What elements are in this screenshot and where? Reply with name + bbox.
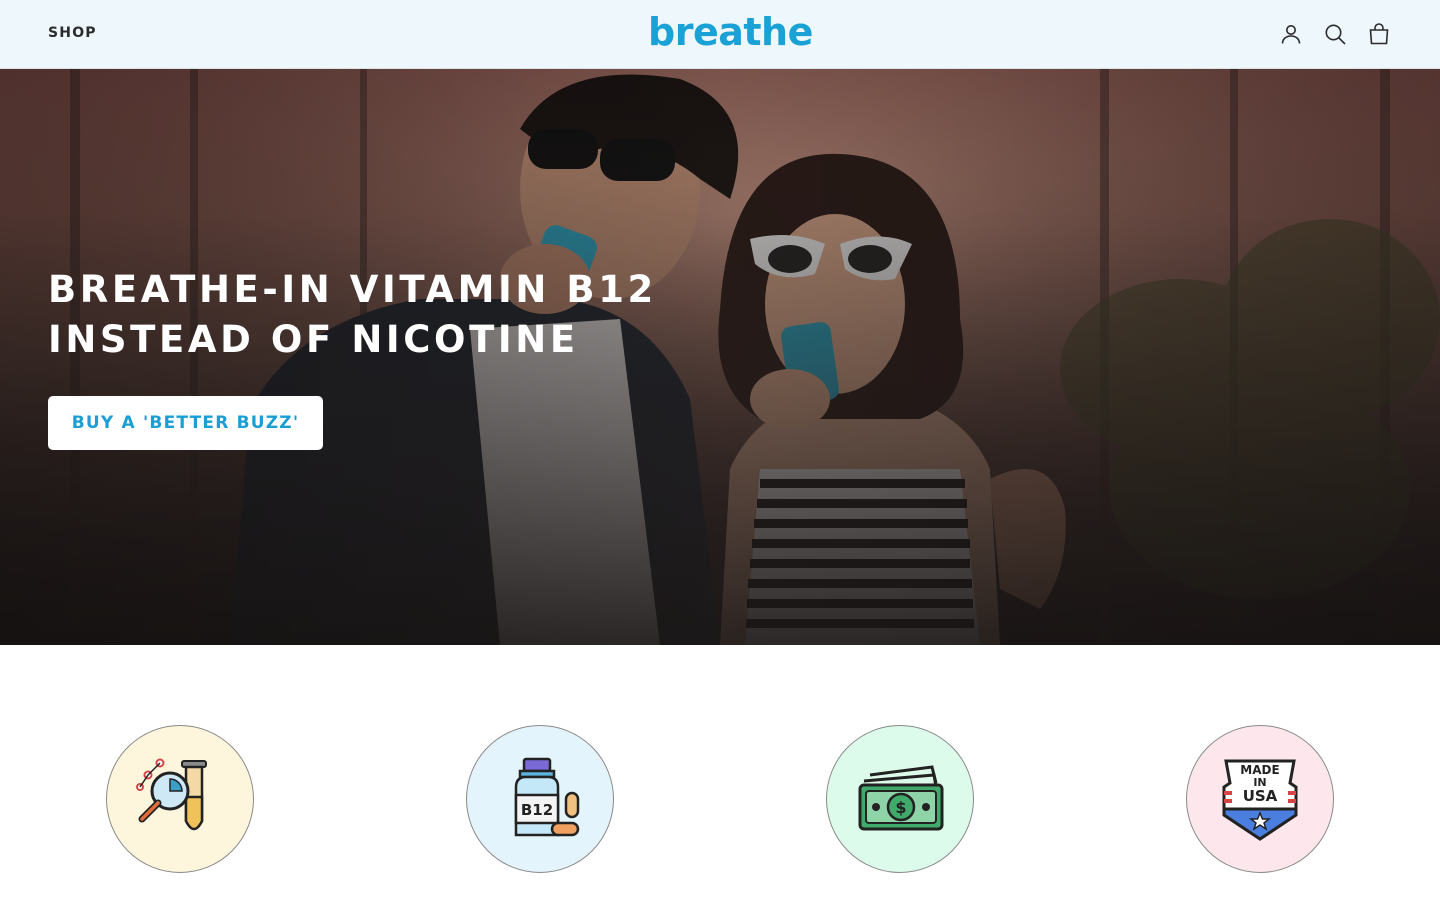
usa-label-usa: USA bbox=[1243, 787, 1278, 805]
buy-better-buzz-button[interactable]: BUY A 'BETTER BUZZ' bbox=[48, 396, 323, 450]
feature-b12: B12 bbox=[466, 725, 614, 873]
hero-headline: BREATHE-IN VITAMIN B12 INSTEAD OF NICOTI… bbox=[48, 265, 748, 365]
cart-icon[interactable] bbox=[1367, 22, 1391, 46]
account-icon[interactable] bbox=[1279, 22, 1303, 46]
search-icon[interactable] bbox=[1323, 22, 1347, 46]
feature-made-in-usa: MADE IN USA bbox=[1186, 725, 1334, 873]
features-row: B12 $ MADE IN USA bbox=[0, 645, 1440, 900]
usa-label-made: MADE bbox=[1240, 763, 1279, 777]
made-in-usa-icon: MADE IN USA bbox=[1222, 759, 1298, 841]
hero-headline-line2: INSTEAD OF NICOTINE bbox=[48, 318, 579, 361]
hero-banner: BREATHE-IN VITAMIN B12 INSTEAD OF NICOTI… bbox=[0, 69, 1440, 645]
research-icon bbox=[136, 758, 207, 831]
header-actions bbox=[1279, 22, 1391, 46]
brand-logo[interactable]: breathe bbox=[648, 10, 813, 54]
money-icon: $ bbox=[858, 765, 944, 831]
hero-headline-line1: BREATHE-IN VITAMIN B12 bbox=[48, 268, 657, 311]
site-header: SHOP breathe bbox=[0, 0, 1440, 69]
nav-shop-link[interactable]: SHOP bbox=[48, 25, 97, 41]
b12-bottle-icon: B12 bbox=[514, 757, 580, 837]
svg-text:$: $ bbox=[895, 798, 906, 817]
feature-research bbox=[106, 725, 254, 873]
feature-money: $ bbox=[826, 725, 974, 873]
b12-label: B12 bbox=[521, 801, 553, 819]
